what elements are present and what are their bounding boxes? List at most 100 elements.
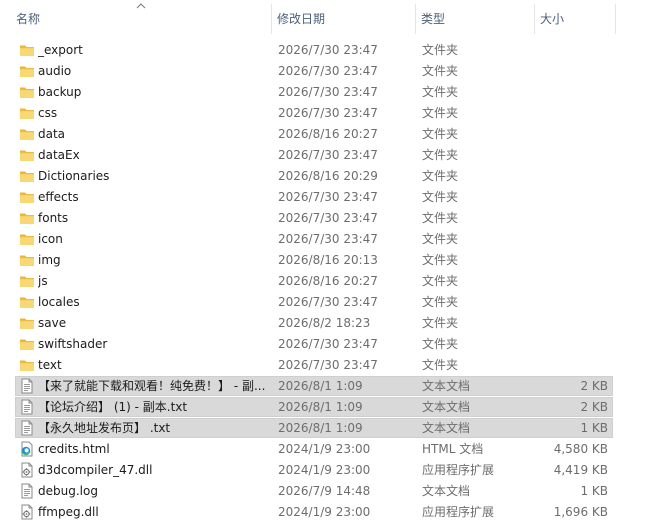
file-row[interactable]: data 2026/8/16 20:27 文件夹 [0,124,669,145]
file-row[interactable]: dataEx 2026/7/30 23:47 文件夹 [0,145,669,166]
file-date: 2026/7/30 23:47 [278,106,378,120]
folder-icon [19,189,35,205]
text-file-icon [19,483,35,499]
file-row[interactable]: debug.log 2026/7/9 14:48 文本文档 1 KB [0,481,669,502]
file-row[interactable]: Dictionaries 2026/8/16 20:29 文件夹 [0,166,669,187]
file-date: 2026/7/30 23:47 [278,148,378,162]
text-file-icon [19,378,35,394]
file-type: 应用程序扩展 [422,463,495,477]
folder-icon [19,63,35,79]
file-name: ffmpeg.dll [38,505,99,519]
file-size: 4,580 KB [553,442,608,456]
file-name: Dictionaries [38,169,110,183]
file-date: 2026/7/9 14:48 [278,484,371,498]
file-date: 2026/7/30 23:47 [278,190,378,204]
file-row[interactable]: js 2026/8/16 20:27 文件夹 [0,271,669,292]
file-name: locales [38,295,80,309]
file-type: 文件夹 [422,274,459,288]
file-row[interactable]: 【论坛介绍】 (1) - 副本.txt 2026/8/1 1:09 文本文档 2 KB [0,397,669,418]
file-type: 应用程序扩展 [422,505,495,519]
file-date: 2024/1/9 23:00 [278,442,371,456]
file-size [534,145,608,166]
file-row[interactable]: fonts 2026/7/30 23:47 文件夹 [0,208,669,229]
file-size [534,229,608,250]
column-header-type[interactable]: 类型 [415,0,534,38]
file-row[interactable]: icon 2026/7/30 23:47 文件夹 [0,229,669,250]
file-date: 2026/7/30 23:47 [278,358,378,372]
file-size [534,250,608,271]
file-type: 文件夹 [422,316,459,330]
file-date: 2026/7/30 23:47 [278,43,378,57]
folder-icon [19,42,35,58]
file-name: text [38,358,62,372]
file-name: effects [38,190,79,204]
file-row[interactable]: credits.html 2024/1/9 23:00 HTML 文档 4,580 K… [0,439,669,460]
folder-icon [19,147,35,163]
column-header-date[interactable]: 修改日期 [271,0,415,38]
file-row[interactable]: backup 2026/7/30 23:47 文件夹 [0,82,669,103]
file-date: 2026/8/16 20:29 [278,169,378,183]
column-header-size[interactable]: 大小 [534,0,616,38]
file-type: 文本文档 [422,400,471,414]
file-size [534,313,608,334]
column-divider[interactable] [615,4,616,34]
folder-icon [19,273,35,289]
file-row[interactable]: 【永久地址发布页】 .txt 2026/8/1 1:09 文本文档 1 KB [0,418,669,439]
file-row[interactable]: swiftshader 2026/7/30 23:47 文件夹 [0,334,669,355]
file-type: 文件夹 [422,211,459,225]
folder-icon [19,315,35,331]
file-row[interactable]: ffmpeg.dll 2024/1/9 23:00 应用程序扩展 1,696 KB [0,502,669,523]
file-name: css [38,106,58,120]
file-row[interactable]: css 2026/7/30 23:47 文件夹 [0,103,669,124]
file-size [534,40,608,61]
file-size: 1 KB [580,421,608,435]
folder-icon [19,294,35,310]
file-size [534,292,608,313]
file-size [534,271,608,292]
file-date: 2026/7/30 23:47 [278,232,378,246]
file-row[interactable]: _export 2026/7/30 23:47 文件夹 [0,40,669,61]
file-date: 2024/1/9 23:00 [278,505,371,519]
file-type: 文件夹 [422,43,459,57]
file-type: 文件夹 [422,295,459,309]
file-size: 2 KB [580,400,608,414]
file-row[interactable]: audio 2026/7/30 23:47 文件夹 [0,61,669,82]
file-size [534,61,608,82]
file-row[interactable]: d3dcompiler_47.dll 2024/1/9 23:00 应用程序扩展 4,… [0,460,669,481]
column-header-name[interactable]: 名称 [10,0,271,38]
file-type: 文本文档 [422,379,471,393]
file-size [534,166,608,187]
file-type: 文件夹 [422,358,459,372]
folder-icon [19,126,35,142]
text-file-icon [19,399,35,415]
file-date: 2026/7/30 23:47 [278,211,378,225]
folder-icon [19,168,35,184]
file-name: js [38,274,48,288]
file-row[interactable]: effects 2026/7/30 23:47 文件夹 [0,187,669,208]
file-name: swiftshader [38,337,108,351]
file-row[interactable]: img 2026/8/16 20:13 文件夹 [0,250,669,271]
file-row[interactable]: 【来了就能下载和观看！纯免费！】 - 副... 2026/8/1 1:09 文本文档… [0,376,669,397]
file-name: 【来了就能下载和观看！纯免费！】 - 副... [38,379,266,393]
file-row[interactable]: text 2026/7/30 23:47 文件夹 [0,355,669,376]
file-date: 2024/1/9 23:00 [278,463,371,477]
file-date: 2026/7/30 23:47 [278,295,378,309]
file-name: debug.log [38,484,98,498]
edge-html-icon [19,441,35,457]
file-type: 文件夹 [422,190,459,204]
file-size: 4,419 KB [553,463,608,477]
file-size [534,103,608,124]
file-type: 文件夹 [422,85,459,99]
file-size [534,334,608,355]
file-size [534,187,608,208]
file-type: 文件夹 [422,148,459,162]
file-type: 文件夹 [422,169,459,183]
file-name: _export [38,43,83,57]
file-date: 2026/7/30 23:47 [278,85,378,99]
file-row[interactable]: save 2026/8/2 18:23 文件夹 [0,313,669,334]
file-date: 2026/8/2 18:23 [278,316,371,330]
file-name: 【论坛介绍】 (1) - 副本.txt [38,400,188,414]
file-name: dataEx [38,148,80,162]
file-row[interactable]: locales 2026/7/30 23:47 文件夹 [0,292,669,313]
file-name: fonts [38,211,69,225]
